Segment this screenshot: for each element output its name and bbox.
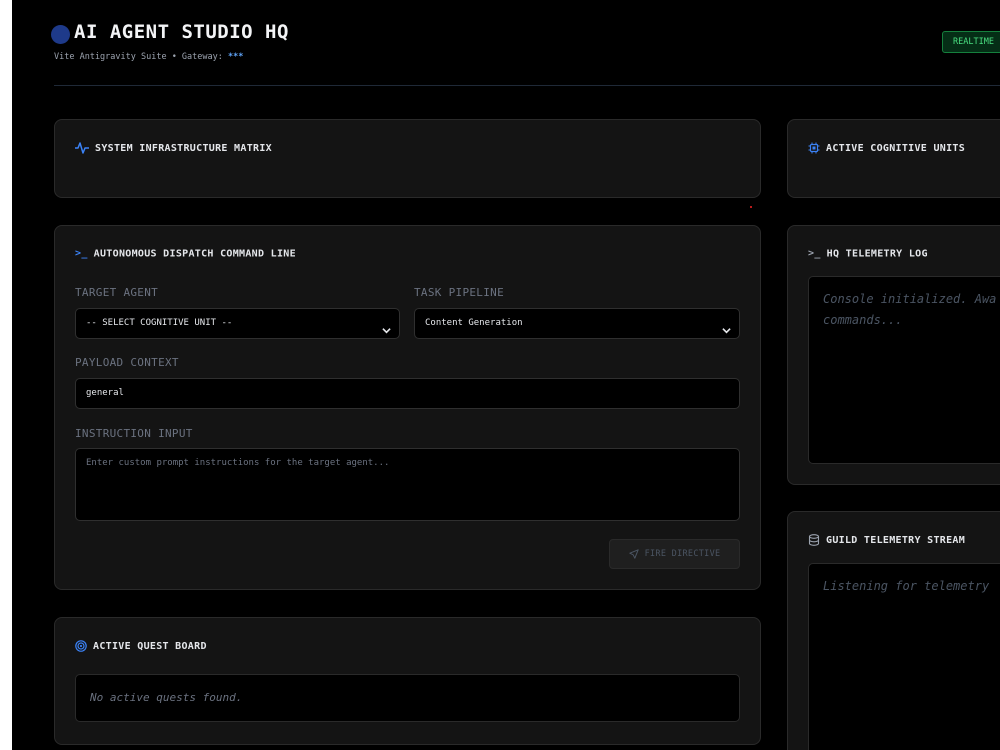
subtitle-text: Vite Antigravity Suite • Gateway: bbox=[54, 52, 228, 62]
terminal-icon: >_ bbox=[808, 248, 821, 259]
guild-stream-console: Listening for telemetry bbox=[808, 563, 1000, 750]
cognitive-units-title: ACTIVE COGNITIVE UNITS bbox=[826, 143, 966, 154]
chevron-down-icon bbox=[722, 319, 731, 348]
activity-icon bbox=[75, 142, 89, 154]
cpu-icon bbox=[808, 142, 820, 154]
telemetry-log-header: >_ HQ TELEMETRY LOG bbox=[808, 248, 928, 260]
infrastructure-panel-title: SYSTEM INFRASTRUCTURE MATRIX bbox=[95, 143, 272, 154]
target-agent-value: -- SELECT COGNITIVE UNIT -- bbox=[86, 318, 233, 328]
main-area: AI AGENT STUDIO HQ Vite Antigravity Suit… bbox=[12, 0, 1000, 750]
target-icon bbox=[75, 640, 87, 652]
guild-stream-header: GUILD TELEMETRY STREAM bbox=[808, 534, 965, 546]
gateway-value: *** bbox=[228, 52, 244, 62]
payload-context-label: PAYLOAD CONTEXT bbox=[75, 356, 179, 369]
quest-board-panel: ACTIVE QUEST BOARD No active quests foun… bbox=[54, 617, 761, 745]
cognitive-units-header: ACTIVE COGNITIVE UNITS bbox=[808, 142, 965, 154]
target-agent-select[interactable]: -- SELECT COGNITIVE UNIT -- bbox=[75, 308, 400, 339]
telemetry-log-title: HQ TELEMETRY LOG bbox=[826, 248, 928, 260]
task-pipeline-label: TASK PIPELINE bbox=[414, 286, 504, 299]
instruction-input-label: INSTRUCTION INPUT bbox=[75, 427, 193, 440]
fire-directive-label: FIRE DIRECTIVE bbox=[644, 549, 721, 559]
fire-directive-button[interactable]: FIRE DIRECTIVE bbox=[609, 539, 740, 569]
realtime-badge: REALTIME bbox=[942, 31, 1000, 53]
task-pipeline-select[interactable]: Content Generation bbox=[414, 308, 740, 339]
dispatch-panel-header: >_ AUTONOMOUS DISPATCH COMMAND LINE bbox=[75, 248, 296, 260]
payload-context-input[interactable]: general bbox=[75, 378, 740, 409]
guild-stream-title: GUILD TELEMETRY STREAM bbox=[826, 535, 966, 546]
red-indicator-dot bbox=[750, 206, 752, 208]
telemetry-log-panel: >_ HQ TELEMETRY LOG Console initialized. … bbox=[787, 225, 1000, 485]
task-pipeline-value: Content Generation bbox=[425, 318, 523, 328]
dispatch-panel-title: AUTONOMOUS DISPATCH COMMAND LINE bbox=[93, 248, 296, 260]
terminal-icon: >_ bbox=[75, 248, 88, 259]
status-dot bbox=[51, 25, 70, 44]
chevron-down-icon bbox=[382, 319, 391, 348]
quest-board-title: ACTIVE QUEST BOARD bbox=[93, 641, 207, 652]
subtitle: Vite Antigravity Suite • Gateway: *** bbox=[54, 52, 243, 62]
database-icon bbox=[808, 534, 820, 546]
telemetry-log-console: Console initialized. Awa commands... bbox=[808, 276, 1000, 464]
instruction-textarea[interactable]: Enter custom prompt instructions for the… bbox=[75, 448, 740, 521]
page-title: AI AGENT STUDIO HQ bbox=[74, 21, 289, 43]
quest-board-header: ACTIVE QUEST BOARD bbox=[75, 640, 207, 652]
quest-empty-state: No active quests found. bbox=[75, 674, 740, 722]
cognitive-units-panel: ACTIVE COGNITIVE UNITS bbox=[787, 119, 1000, 198]
target-agent-label: TARGET AGENT bbox=[75, 286, 159, 299]
guild-stream-panel: GUILD TELEMETRY STREAM Listening for tel… bbox=[787, 511, 1000, 750]
left-edge-strip bbox=[0, 0, 12, 750]
send-icon bbox=[628, 548, 639, 559]
infrastructure-panel-header: SYSTEM INFRASTRUCTURE MATRIX bbox=[75, 142, 272, 154]
infrastructure-panel: SYSTEM INFRASTRUCTURE MATRIX bbox=[54, 119, 761, 198]
header-divider bbox=[54, 85, 1000, 86]
dispatch-panel: >_ AUTONOMOUS DISPATCH COMMAND LINE TARGE… bbox=[54, 225, 761, 590]
